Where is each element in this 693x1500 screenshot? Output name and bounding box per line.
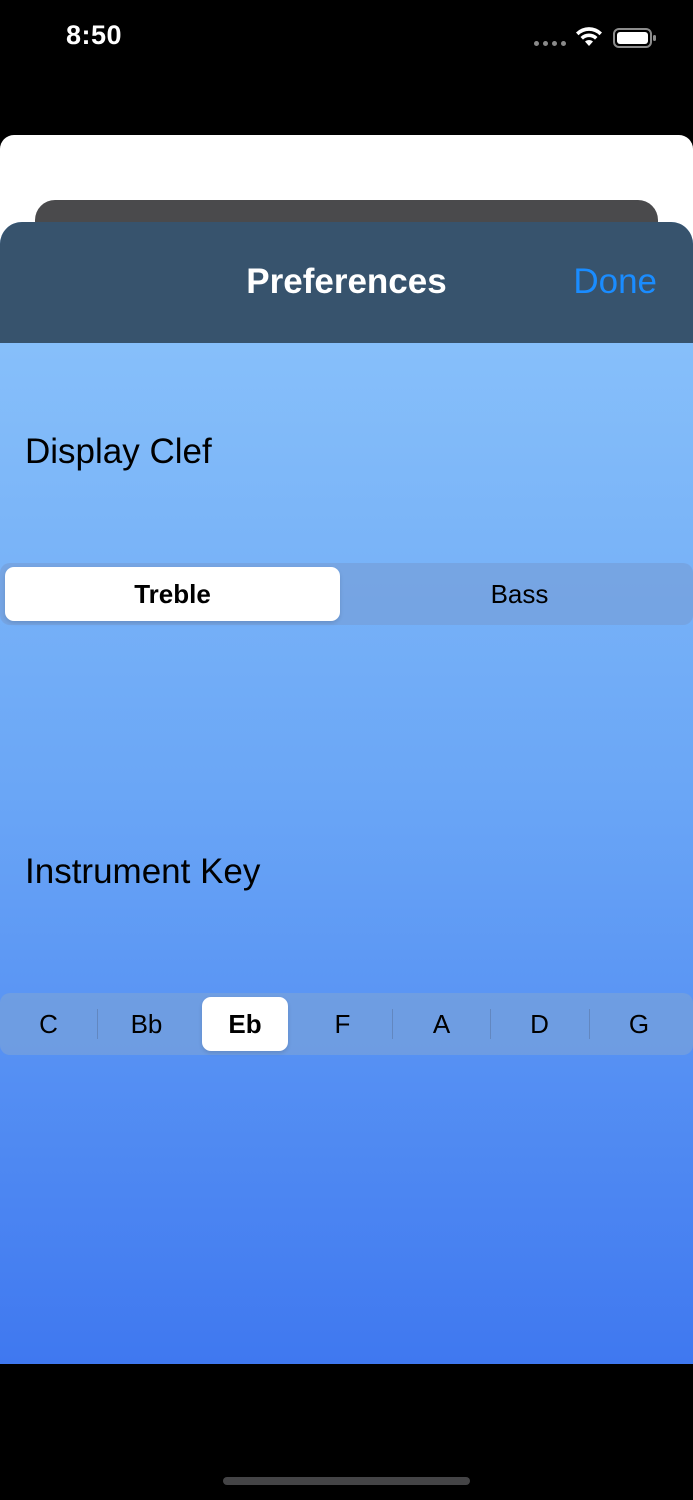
segment-key-c[interactable]: C [0, 993, 97, 1055]
segment-key-bb[interactable]: Bb [98, 993, 195, 1055]
status-time: 8:50 [66, 20, 123, 50]
instrument-key-label: Instrument Key [25, 852, 261, 891]
display-clef-label: Display Clef [25, 432, 212, 471]
segment-key-g[interactable]: G [590, 993, 688, 1055]
done-button[interactable]: Done [573, 262, 657, 302]
signal-dots-icon [534, 41, 566, 47]
segment-bass[interactable]: Bass [346, 563, 693, 625]
segment-key-d[interactable]: D [491, 993, 588, 1055]
segment-key-a[interactable]: A [393, 993, 490, 1055]
wifi-icon [576, 27, 602, 46]
display-clef-segmented-control[interactable]: Treble Bass [0, 563, 693, 625]
navigation-bar: Preferences Done [0, 222, 693, 343]
preferences-sheet: Preferences Done Display Clef Treble Bas… [0, 222, 693, 1364]
home-indicator [223, 1477, 470, 1485]
status-bar: 8:50 [0, 0, 693, 80]
segment-treble[interactable]: Treble [5, 567, 340, 621]
segment-key-eb[interactable]: Eb [202, 997, 288, 1051]
segment-key-f[interactable]: F [294, 993, 391, 1055]
battery-icon [613, 28, 656, 48]
instrument-key-segmented-control[interactable]: C Bb Eb F A D G [0, 993, 693, 1055]
